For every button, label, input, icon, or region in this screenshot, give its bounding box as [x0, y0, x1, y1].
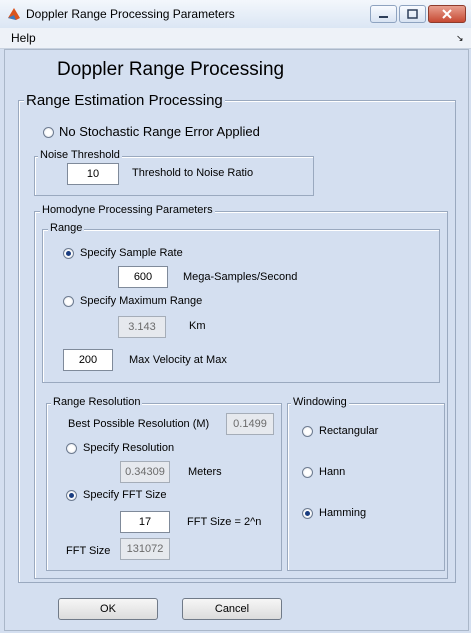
noise-threshold-label: Threshold to Noise Ratio: [132, 167, 254, 179]
no-error-label: No Stochastic Range Error Applied: [59, 124, 260, 139]
fft-exponent-label: FFT Size = 2^n: [187, 516, 262, 528]
max-velocity-input[interactable]: 200: [63, 349, 113, 371]
max-range-label: Specify Maximum Range: [80, 295, 203, 307]
resolution-input[interactable]: 0.34309: [120, 461, 170, 483]
window-hamming-radio[interactable]: [302, 508, 313, 519]
max-velocity-label: Max Velocity at Max: [129, 354, 227, 366]
minimize-icon: [379, 16, 388, 18]
sample-rate-unit: Mega-Samples/Second: [183, 271, 298, 283]
sample-rate-label: Specify Sample Rate: [80, 247, 183, 259]
best-resolution-label: Best Possible Resolution (M): [68, 418, 210, 430]
matlab-app-icon: [8, 8, 20, 20]
window-hamming-label: Hamming: [319, 507, 367, 519]
close-icon: [442, 9, 452, 19]
window-rectangular-label: Rectangular: [319, 425, 379, 437]
windowing-legend: Windowing: [291, 396, 349, 408]
noise-threshold-legend: Noise Threshold: [38, 149, 122, 161]
resolution-unit: Meters: [188, 466, 222, 478]
window-title: Doppler Range Processing Parameters: [26, 7, 235, 21]
fft-size-radio[interactable]: [66, 490, 77, 501]
cancel-button[interactable]: Cancel: [182, 598, 282, 620]
fft-size-value: 131072: [120, 538, 170, 560]
specify-resolution-radio[interactable]: [66, 443, 77, 454]
sample-rate-input[interactable]: 600: [118, 266, 168, 288]
close-button[interactable]: [428, 5, 466, 23]
fft-size-option-label: Specify FFT Size: [83, 489, 167, 501]
ok-button[interactable]: OK: [58, 598, 158, 620]
sample-rate-radio[interactable]: [63, 248, 74, 259]
range-estimation-legend: Range Estimation Processing: [24, 92, 225, 109]
maximize-icon: [407, 9, 418, 19]
maximize-button[interactable]: [399, 5, 426, 23]
minimize-button[interactable]: [370, 5, 397, 23]
fft-exponent-input[interactable]: 17: [120, 511, 170, 533]
specify-resolution-label: Specify Resolution: [83, 442, 175, 454]
window-hann-label: Hann: [319, 466, 346, 478]
menu-help[interactable]: Help: [11, 31, 36, 45]
page-title: Doppler Range Processing: [57, 59, 285, 80]
fft-size-label: FFT Size: [66, 545, 111, 557]
noise-threshold-input[interactable]: 10: [67, 163, 119, 185]
no-error-radio[interactable]: [43, 127, 54, 138]
max-range-unit: Km: [189, 320, 206, 332]
homodyne-legend: Homodyne Processing Parameters: [40, 204, 215, 216]
toolbar-toggle-icon[interactable]: ↘: [456, 33, 464, 44]
best-resolution-value: 0.1499: [226, 413, 274, 435]
window-rectangular-radio[interactable]: [302, 426, 313, 437]
max-range-input[interactable]: 3.143: [118, 316, 166, 338]
window-hann-radio[interactable]: [302, 467, 313, 478]
max-range-radio[interactable]: [63, 296, 74, 307]
range-legend: Range: [48, 222, 85, 234]
menu-bar: [0, 28, 471, 49]
range-resolution-legend: Range Resolution: [51, 396, 143, 408]
